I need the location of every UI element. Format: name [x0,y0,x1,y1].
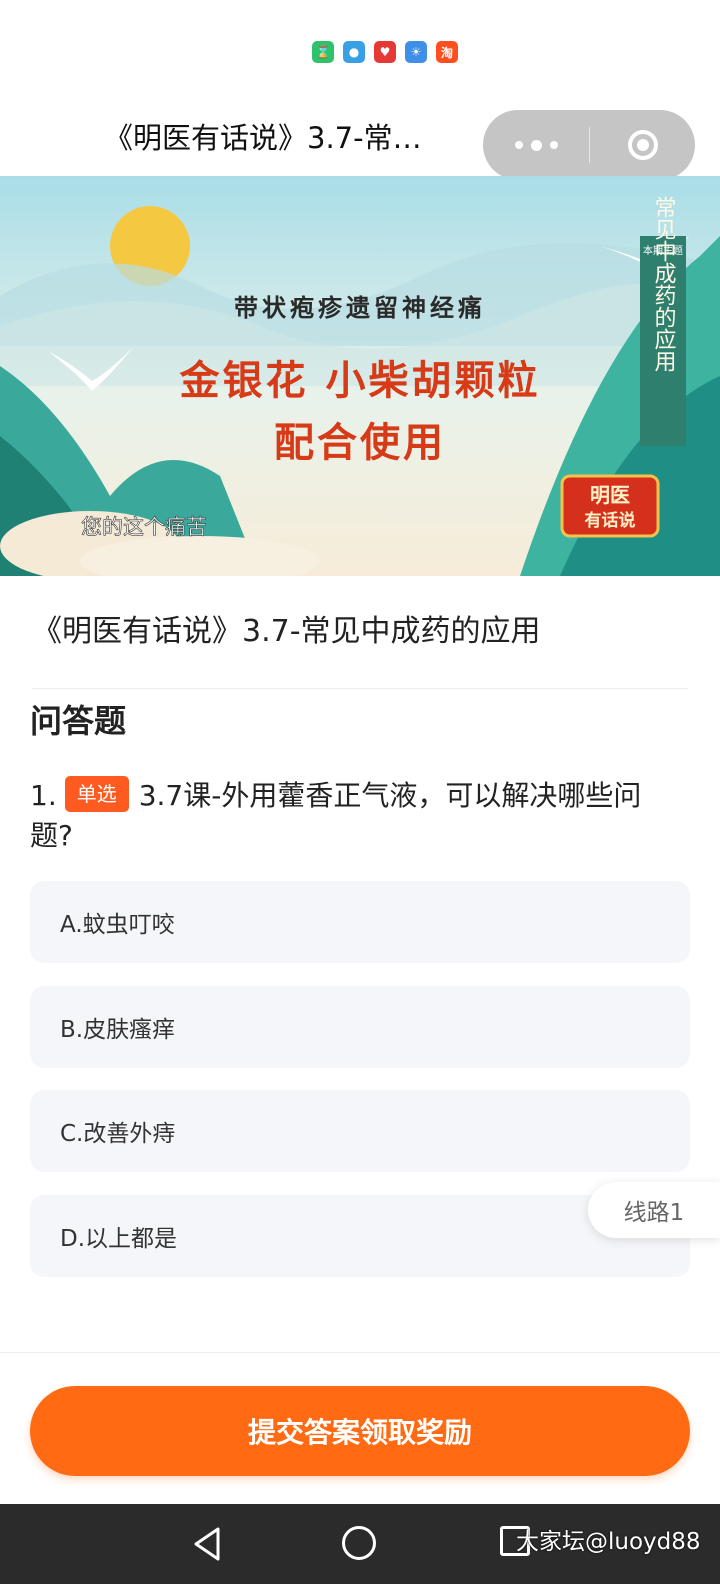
home-icon[interactable] [342,1526,376,1560]
dot-icon [514,141,523,149]
banner-text: 常见中成药的应用 [651,196,677,372]
option-label: B.皮肤瘙痒 [60,1017,176,1043]
option-label: C.改善外痔 [60,1121,176,1147]
lesson-title: 《明医有话说》3.7-常见中成药的应用 [32,614,541,649]
heart-app-icon: ♥ [374,41,396,63]
page-title: 《明医有话说》3.7-常… [104,121,422,155]
video-player[interactable]: 本期主题 常见中成药的应用 带状疱疹遗留神经痛 金银花 小柴胡颗粒 配合使用 您… [0,176,720,576]
single-choice-badge: 单选 [64,776,129,812]
more-button[interactable] [483,110,589,180]
divider [32,688,688,689]
mini-program-header: 《明医有话说》3.7-常… [0,100,720,180]
question-text: 1. 单选 3.7课-外用藿香正气液，可以解决哪些问题? [30,776,680,856]
route-switch-button[interactable]: 线路1 [588,1182,720,1238]
dot-icon [530,139,542,151]
ball-app-icon: ● [343,41,365,63]
watermark: 大家坛@luoyd88 [516,1529,701,1555]
logo-line-1: 明医 [590,483,630,507]
question-number: 1. [30,779,57,812]
timer-app-icon: ⌛ [312,41,334,63]
dot-icon [549,141,558,149]
video-caption: 您的这个痛苦 [81,515,207,539]
video-frame: 本期主题 常见中成药的应用 带状疱疹遗留神经痛 金银花 小柴胡颗粒 配合使用 您… [0,176,720,576]
video-headline-1: 金银花 小柴胡颗粒 [179,358,541,404]
logo-line-2: 有话说 [585,510,636,531]
notification-icons: ⌛ ● ♥ ☀ 淘 [312,41,458,63]
close-button[interactable] [590,110,695,180]
target-close-icon [627,130,658,160]
option-b[interactable]: B.皮肤瘙痒 [30,986,690,1068]
section-title: 问答题 [30,702,127,740]
status-bar: ⌛ ● ♥ ☀ 淘 [0,0,720,100]
video-headline-2: 配合使用 [274,420,446,466]
video-subtitle-top: 带状疱疹遗留神经痛 [234,294,486,322]
option-label: D.以上都是 [60,1226,178,1252]
submit-answer-button[interactable]: 提交答案领取奖励 [30,1386,690,1476]
option-a[interactable]: A.蚊虫叮咬 [30,881,690,963]
option-label: A.蚊虫叮咬 [60,912,175,938]
weather-app-icon: ☀ [405,41,427,63]
option-c[interactable]: C.改善外痔 [30,1090,690,1172]
taobao-app-icon: 淘 [436,41,458,63]
capsule-menu [483,110,695,180]
back-icon[interactable] [190,1526,224,1562]
